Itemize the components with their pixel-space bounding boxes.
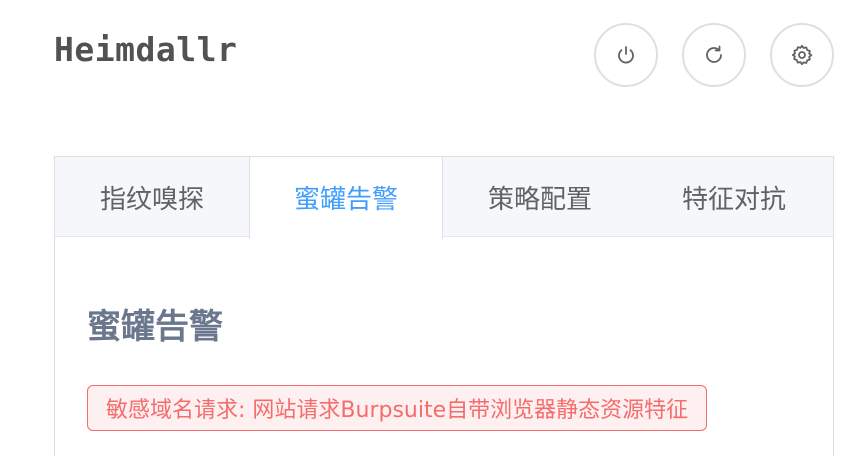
app-title: Heimdallr xyxy=(54,30,238,69)
refresh-button[interactable] xyxy=(682,23,746,87)
tab-fingerprint-sniffing[interactable]: 指纹嗅探 xyxy=(55,157,249,237)
panel-heading: 蜜罐告警 xyxy=(87,307,223,347)
refresh-icon xyxy=(706,45,722,63)
app-window: Heimdallr 指纹嗅探 蜜罐告警 策略配置 特征对抗 蜜罐告警 敏感域名请… xyxy=(0,0,848,456)
power-icon xyxy=(618,46,634,64)
power-button[interactable] xyxy=(594,23,658,87)
tab-bar: 指纹嗅探 蜜罐告警 策略配置 特征对抗 xyxy=(55,157,833,239)
alert-tag: 敏感域名请求: 网站请求Burpsuite自带浏览器静态资源特征 xyxy=(87,385,708,431)
tab-policy-config[interactable]: 策略配置 xyxy=(443,157,637,237)
settings-button[interactable] xyxy=(770,23,834,87)
main-card: 指纹嗅探 蜜罐告警 策略配置 特征对抗 蜜罐告警 敏感域名请求: 网站请求Bur… xyxy=(54,156,834,456)
tab-honeypot-alerts[interactable]: 蜜罐告警 xyxy=(249,157,443,239)
tab-feature-countermeasure[interactable]: 特征对抗 xyxy=(637,157,831,237)
gear-icon xyxy=(791,44,813,66)
